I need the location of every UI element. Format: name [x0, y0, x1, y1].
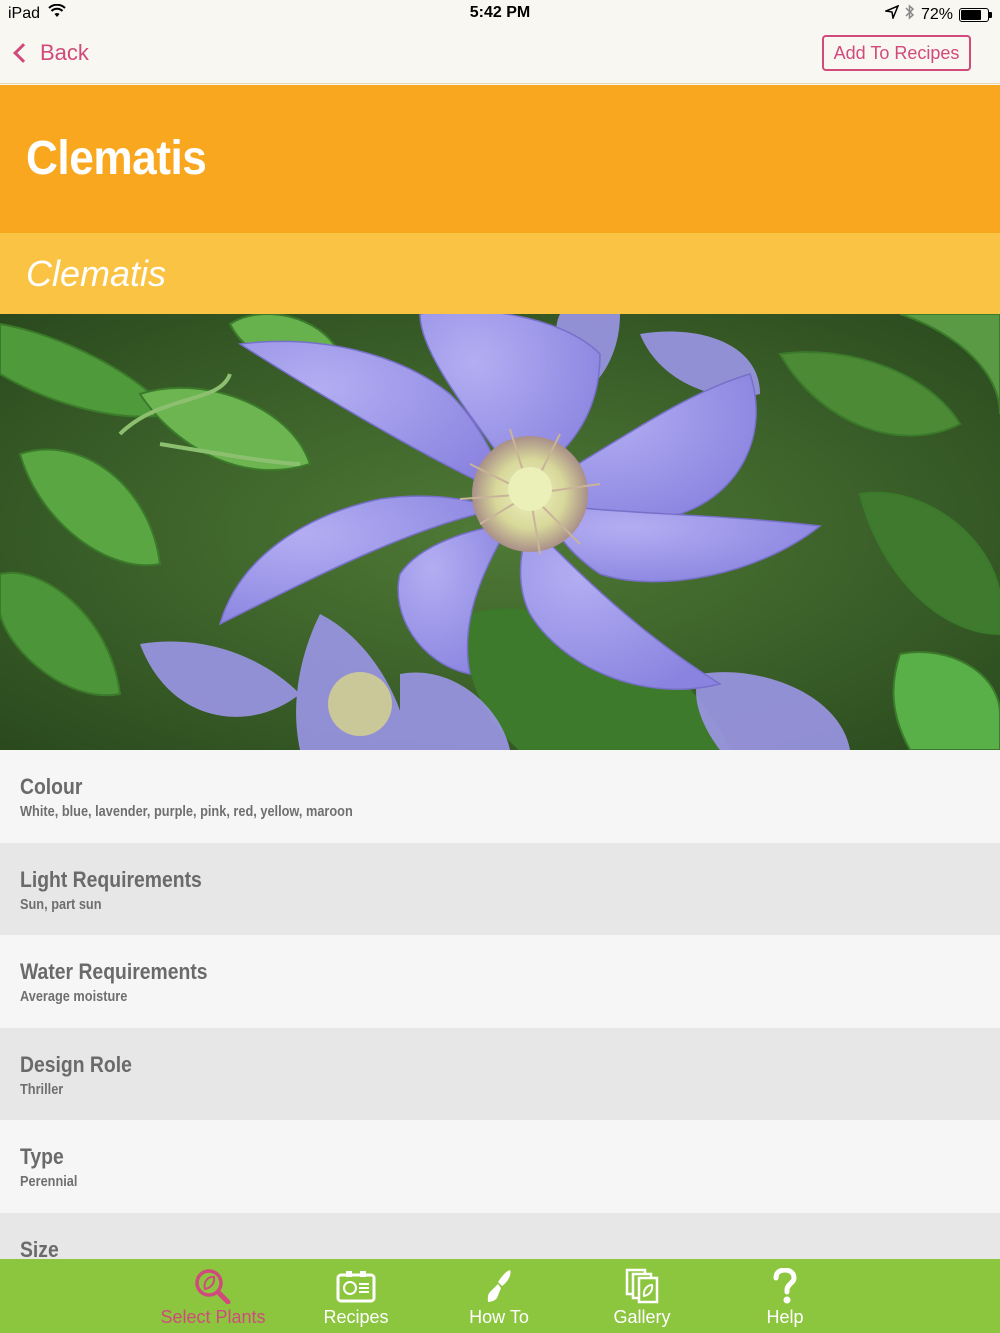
status-bar: iPad 5:42 PM 72%	[0, 0, 1000, 28]
tab-label: Select Plants	[160, 1307, 266, 1327]
tab-gallery[interactable]: Gallery	[577, 1259, 707, 1333]
detail-title: Water Requirements	[20, 959, 208, 984]
detail-title: Colour	[20, 774, 83, 799]
detail-row-design-role: Design Role Thriller	[0, 1027, 1000, 1120]
detail-value: Perennial	[20, 1174, 78, 1190]
detail-value: White, blue, lavender, purple, pink, red…	[20, 804, 353, 820]
tab-select-plants[interactable]: Select Plants	[148, 1259, 278, 1333]
plant-details-list: Colour White, blue, lavender, purple, pi…	[0, 750, 1000, 1305]
subtitle-band: Clematis	[0, 233, 1000, 314]
detail-value: Sun, part sun	[20, 896, 102, 913]
tab-help[interactable]: Help	[720, 1259, 850, 1333]
detail-title: Light Requirements	[20, 866, 202, 892]
detail-row-water: Water Requirements Average moisture	[0, 935, 1000, 1028]
tab-label: Gallery	[613, 1307, 671, 1327]
battery-percent: 72%	[920, 5, 953, 23]
question-mark-icon	[772, 1267, 798, 1305]
back-button[interactable]: Back	[10, 40, 89, 66]
back-label: Back	[40, 40, 89, 65]
recipe-card-icon	[336, 1267, 376, 1305]
status-time: 5:42 PM	[469, 4, 531, 21]
tab-how-to[interactable]: How To	[434, 1259, 564, 1333]
add-to-recipes-button[interactable]: Add To Recipes	[822, 35, 971, 71]
latin-name: Clematis	[26, 253, 167, 294]
tab-label: Help	[766, 1307, 804, 1327]
detail-row-light: Light Requirements Sun, part sun	[0, 842, 1000, 935]
detail-value: Average moisture	[20, 989, 128, 1005]
tab-label: How To	[469, 1307, 529, 1327]
detail-row-colour: Colour White, blue, lavender, purple, pi…	[0, 750, 1000, 843]
nav-bar: Back Add To Recipes	[0, 28, 1000, 84]
tab-recipes[interactable]: Recipes	[291, 1259, 421, 1333]
location-arrow-icon	[883, 4, 900, 24]
plant-photo	[0, 314, 1000, 750]
gallery-icon	[625, 1267, 659, 1305]
tab-label: Recipes	[323, 1307, 389, 1327]
trowel-icon	[484, 1267, 514, 1305]
detail-value: Thriller	[20, 1081, 64, 1098]
magnifier-leaf-icon	[194, 1267, 232, 1305]
page-title: Clematis	[26, 132, 207, 185]
detail-title: Design Role	[20, 1051, 132, 1077]
bluetooth-icon	[905, 4, 915, 25]
detail-title: Type	[20, 1144, 64, 1169]
chevron-left-icon	[13, 43, 33, 63]
status-right: 72%	[883, 4, 992, 25]
tab-bar: Select Plants Recipes How To Gallery Hel…	[0, 1259, 1000, 1333]
title-band: Clematis	[0, 85, 1000, 233]
battery-icon	[959, 7, 992, 22]
detail-row-type: Type Perennial	[0, 1120, 1000, 1213]
